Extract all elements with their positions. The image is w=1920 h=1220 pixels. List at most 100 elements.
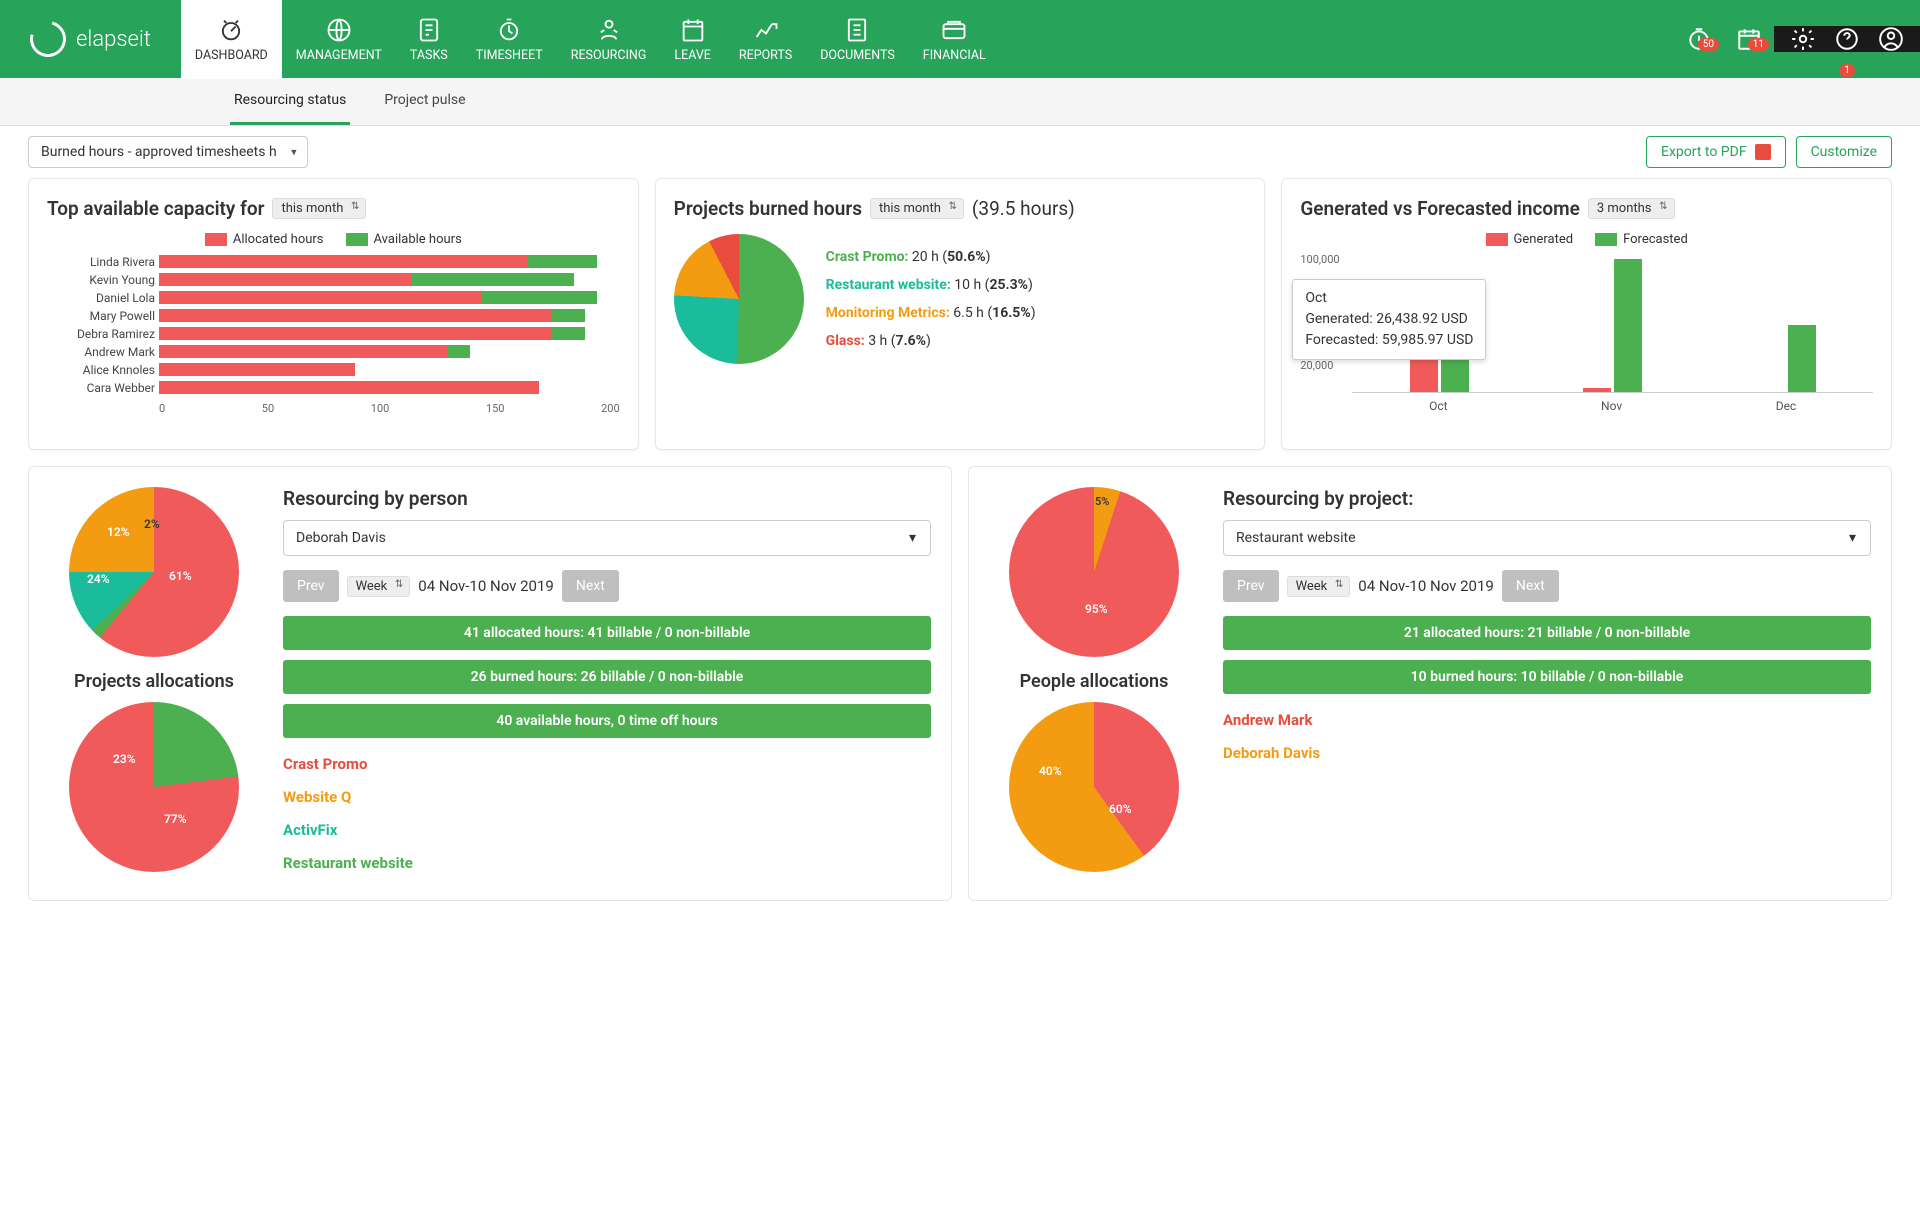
nav-management[interactable]: MANAGEMENT [282, 0, 396, 78]
y-tick-20k: 20,000 [1300, 359, 1333, 372]
burned-legend-item: Restaurant website: 10 h (25.3%) [826, 271, 1036, 299]
nav-icon [679, 16, 707, 44]
nav-dashboard[interactable]: DASHBOARD [181, 0, 282, 78]
burned-period-select[interactable]: this month [870, 198, 964, 219]
pie-lbl-61: 61% [169, 569, 192, 583]
person-project-item[interactable]: Restaurant website [283, 847, 931, 880]
nav-resourcing[interactable]: RESOURCING [557, 0, 661, 78]
help-icon[interactable]: 1 [1834, 26, 1860, 52]
burned-title: Projects burned hours [674, 197, 862, 220]
capacity-period-select[interactable]: this month [272, 198, 366, 219]
nav-icon [495, 16, 523, 44]
person-next-button[interactable]: Next [562, 570, 619, 602]
project-unit-select[interactable]: Week [1287, 576, 1351, 597]
proj-pie-lbl-5: 5% [1095, 495, 1109, 508]
x-tick: 200 [601, 402, 620, 415]
nav-icon [325, 16, 353, 44]
nav-label: LEAVE [674, 48, 711, 63]
capacity-row-label: Alice Knnoles [47, 363, 155, 377]
project-alloc-pie: 40% 60% [1009, 702, 1179, 872]
person-select[interactable]: Deborah Davis [283, 520, 931, 556]
export-label: Export to PDF [1661, 144, 1747, 160]
x-tick: 50 [262, 402, 274, 415]
income-bar-forecasted [1614, 259, 1642, 392]
nav-label: TASKS [410, 48, 448, 63]
timer-badge: 50 [1698, 38, 1719, 51]
card-burned: Projects burned hours this month (39.5 h… [655, 178, 1266, 450]
nav-icon [940, 16, 968, 44]
income-chart: Oct Generated: 26,438.92 USD Forecasted:… [1300, 253, 1873, 423]
person-stat-bar: 41 allocated hours: 41 billable / 0 non-… [283, 616, 931, 650]
nav-icon [217, 16, 245, 44]
income-legend: Generated Forecasted [1300, 232, 1873, 247]
income-bar-generated [1583, 388, 1611, 392]
project-date-range: 04 Nov-10 Nov 2019 [1358, 577, 1494, 595]
customize-button[interactable]: Customize [1796, 136, 1892, 168]
panel-person: 61% 24% 12% 2% Projects allocations 23% … [28, 466, 952, 901]
project-stat-bar: 21 allocated hours: 21 billable / 0 non-… [1223, 616, 1871, 650]
tooltip-month: Oct [1305, 288, 1473, 309]
burned-total: (39.5 hours) [972, 197, 1075, 220]
person-title: Resourcing by person [283, 487, 931, 510]
legend-forecasted: Forecasted [1623, 232, 1688, 247]
nav-documents[interactable]: DOCUMENTS [806, 0, 909, 78]
person-stat-bar: 26 burned hours: 26 billable / 0 non-bil… [283, 660, 931, 694]
profile-icon[interactable] [1878, 26, 1904, 52]
person-prev-button[interactable]: Prev [283, 570, 339, 602]
calendar-icon[interactable]: 11 [1724, 0, 1774, 78]
income-title: Generated vs Forecasted income [1300, 197, 1580, 220]
nav-label: MANAGEMENT [296, 48, 382, 63]
person-project-item[interactable]: Website Q [283, 781, 931, 814]
nav-timesheet[interactable]: TIMESHEET [462, 0, 557, 78]
burned-legend-item: Glass: 3 h (7.6%) [826, 327, 1036, 355]
legend-available: Available hours [374, 232, 462, 247]
x-tick: 100 [371, 402, 390, 415]
subtab-resourcing-status[interactable]: Resourcing status [230, 78, 350, 125]
project-people-item[interactable]: Andrew Mark [1223, 704, 1871, 737]
timer-icon[interactable]: 50 [1674, 0, 1724, 78]
brand-logo[interactable]: elapseit [0, 0, 181, 78]
capacity-row-label: Kevin Young [47, 273, 155, 287]
capacity-row-label: Debra Ramirez [47, 327, 155, 341]
income-period-select[interactable]: 3 months [1588, 198, 1675, 219]
nav-label: DASHBOARD [195, 48, 268, 63]
settings-icon[interactable] [1790, 26, 1816, 52]
burned-legend-item: Monitoring Metrics: 6.5 h (16.5%) [826, 299, 1036, 327]
filter-dropdown-label: Burned hours - approved timesheets h [41, 144, 277, 160]
capacity-chart: Linda RiveraKevin YoungDaniel LolaMary P… [47, 253, 620, 435]
person-unit-select[interactable]: Week [347, 576, 411, 597]
person-date-range: 04 Nov-10 Nov 2019 [418, 577, 554, 595]
income-x-label: Dec [1776, 399, 1797, 413]
x-tick: 0 [159, 402, 165, 415]
nav-reports[interactable]: REPORTS [725, 0, 806, 78]
income-x-label: Nov [1601, 399, 1622, 413]
nav-leave[interactable]: LEAVE [660, 0, 725, 78]
project-next-button[interactable]: Next [1502, 570, 1559, 602]
legend-generated: Generated [1514, 232, 1574, 247]
project-prev-button[interactable]: Prev [1223, 570, 1279, 602]
burned-legend: Crast Promo: 20 h (50.6%)Restaurant webs… [826, 243, 1036, 355]
project-title: Resourcing by project: [1223, 487, 1871, 510]
project-people-item[interactable]: Deborah Davis [1223, 737, 1871, 770]
person-project-item[interactable]: ActivFix [283, 814, 931, 847]
calendar-badge: 11 [1748, 38, 1769, 51]
proj-pie-lbl-95: 95% [1085, 602, 1108, 616]
person-project-item[interactable]: Crast Promo [283, 748, 931, 781]
person-alloc-pie: 23% 77% [69, 702, 239, 872]
header-tools: 50 11 1 [1674, 0, 1920, 78]
nav-icon [752, 16, 780, 44]
income-x-label: Oct [1429, 399, 1447, 413]
income-tooltip: Oct Generated: 26,438.92 USD Forecasted:… [1292, 279, 1486, 360]
nav-financial[interactable]: FINANCIAL [909, 0, 1000, 78]
person-pie: 61% 24% 12% 2% [69, 487, 239, 657]
dark-tools: 1 [1774, 26, 1920, 52]
pie-lbl-2: 2% [144, 517, 160, 531]
y-tick-100k: 100,000 [1300, 253, 1339, 266]
project-select[interactable]: Restaurant website [1223, 520, 1871, 556]
filter-dropdown[interactable]: Burned hours - approved timesheets h [28, 136, 308, 168]
subtab-project-pulse[interactable]: Project pulse [380, 78, 469, 125]
nav-label: DOCUMENTS [820, 48, 895, 63]
export-pdf-button[interactable]: Export to PDF [1646, 136, 1786, 168]
proj-pie2-lbl-40: 40% [1039, 764, 1062, 778]
nav-tasks[interactable]: TASKS [396, 0, 462, 78]
